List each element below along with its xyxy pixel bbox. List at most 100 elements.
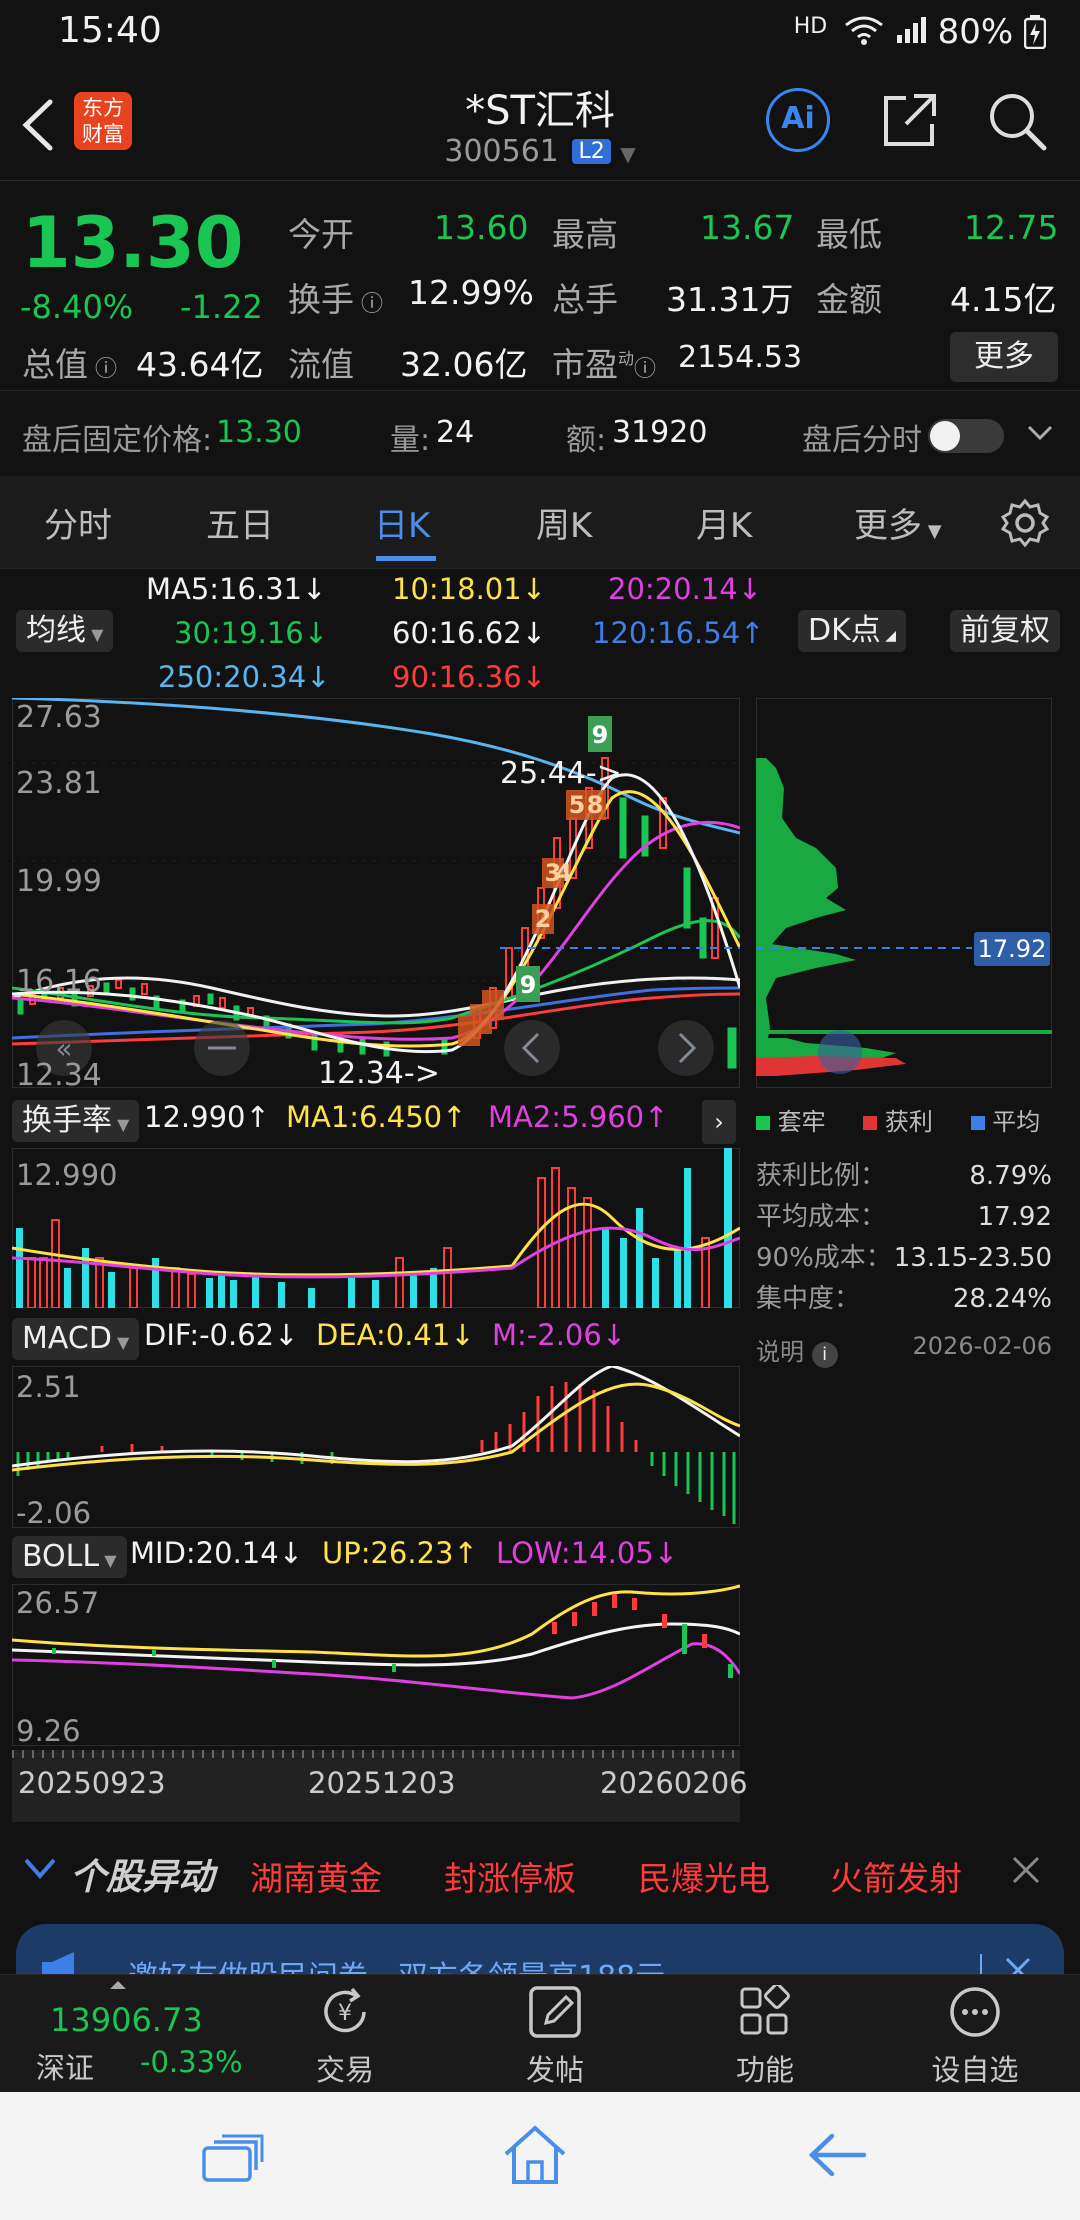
recent-apps-icon[interactable] — [200, 2132, 266, 2184]
hd-indicator: HD — [793, 14, 828, 39]
tab-five-day[interactable]: 五日 — [206, 498, 274, 547]
boll-chart — [12, 1584, 740, 1746]
legend-swatch-profit — [863, 1116, 878, 1130]
amount-value: 4.15亿 — [950, 280, 1057, 319]
chip-legend: 套牢 获利 平均 — [756, 1102, 1040, 1137]
ai-button[interactable]: Ai — [766, 88, 830, 152]
date-end: 20260206 — [600, 1766, 748, 1800]
chip-stats: 获利比例： 8.79% 平均成本： 17.92 90%成本： 13.15-23.50 … — [756, 1156, 1052, 1320]
chip-distribution-chart — [756, 698, 1052, 1088]
macd-dif: DIF:-0.62↓ — [144, 1318, 299, 1352]
turnover-panel-value: 12.990↑ — [144, 1100, 270, 1134]
add-watchlist-button[interactable]: 设自选 — [915, 1975, 1035, 2087]
pe-value: 2154.53 — [678, 340, 803, 375]
chip-stat-conc: 集中度： 28.24% — [756, 1284, 1052, 1314]
dk-point-button[interactable]: DK点 ◢ — [798, 610, 906, 652]
kline-chart[interactable]: 9 9 5 8 3 4 2 « — [12, 698, 740, 1088]
chevron-down-icon[interactable]: ▼ — [620, 142, 635, 166]
ma10-line — [12, 790, 740, 1048]
chip-note-label[interactable]: 说明 — [756, 1338, 804, 1366]
after-hours-toggle[interactable] — [928, 419, 1004, 453]
status-icons: HD 80% — [793, 12, 1047, 52]
signal-2: 2 — [535, 905, 552, 933]
trade-button[interactable]: ¥ 交易 — [285, 1975, 405, 2087]
chevron-down-icon[interactable] — [22, 1856, 58, 1882]
wifi-icon — [845, 16, 883, 45]
after-hours-toggle-label: 盘后分时 — [802, 423, 922, 458]
post-button[interactable]: 发帖 — [495, 1975, 615, 2087]
chevron-down-icon[interactable] — [1026, 423, 1054, 443]
banner-item-1[interactable]: 湖南黄金 — [250, 1852, 382, 1900]
ma5-value: MA5:16.31↓ — [146, 572, 327, 606]
high-label: 最高 — [552, 215, 618, 254]
tab-more[interactable]: 更多 ▼ — [854, 498, 942, 547]
turnover-chart — [12, 1148, 740, 1308]
tab-weekly-k[interactable]: 周K — [536, 498, 592, 547]
legend-trapped: 套牢 — [777, 1108, 826, 1136]
boll-low: LOW:14.05↓ — [496, 1536, 679, 1570]
functions-label: 功能 — [735, 2053, 794, 2087]
close-icon[interactable] — [1010, 1854, 1042, 1886]
chip-stat-90: 90%成本： 13.15-23.50 — [756, 1243, 1052, 1273]
macd-y-bottom: -2.06 — [16, 1496, 92, 1530]
functions-button[interactable]: 功能 — [705, 1975, 825, 2087]
signal-4: 4 — [556, 859, 573, 887]
legend-swatch-trapped — [756, 1116, 770, 1130]
macd-selector[interactable]: MACD ▼ — [12, 1318, 140, 1360]
battery-icon — [1023, 15, 1047, 50]
grid-icon — [740, 1983, 790, 2035]
open-value: 13.60 — [434, 208, 529, 247]
after-hours-label: 盘后固定价格: — [22, 423, 213, 458]
banner-item-2[interactable]: 封涨停板 — [444, 1852, 576, 1900]
banner-title: 个股异动 — [70, 1857, 215, 1898]
bottom-toolbar: 13906.73 深证 -0.33% ¥ 交易 发帖 功能 设自选 — [0, 1974, 1080, 2093]
banner-item-3[interactable]: 民爆光电 — [638, 1852, 770, 1900]
index-value[interactable]: 13906.73 — [50, 2001, 203, 2039]
ma250-value: 250:20.34↓ — [158, 660, 331, 694]
high-value: 13.67 — [700, 208, 795, 247]
volume-value: 31.31万 — [666, 280, 794, 319]
macd-m: M:-2.06↓ — [492, 1318, 627, 1352]
mktcap-label: 总值 ⓘ — [22, 345, 117, 384]
system-nav-bar — [0, 2092, 1080, 2220]
ma90-value: 90:16.36↓ — [392, 660, 546, 694]
search-icon[interactable] — [986, 90, 1048, 152]
chip-stat-profit: 获利比例： 8.79% — [756, 1161, 1052, 1191]
share-icon[interactable] — [880, 90, 940, 150]
kline-y-label-4: 16.16 — [16, 964, 102, 999]
tab-daily-k[interactable]: 日K — [374, 498, 430, 547]
chevron-right-icon[interactable]: › — [702, 1100, 736, 1144]
info-icon[interactable]: i — [811, 1342, 838, 1368]
banner-item-4[interactable]: 火箭发射 — [830, 1852, 962, 1900]
ma30-value: 30:19.16↓ — [174, 616, 328, 650]
date-start: 20250923 — [18, 1766, 166, 1800]
app-header: 东方财富 *ST汇科 300561 L2 ▼ Ai — [0, 68, 1080, 181]
float-value: 32.06亿 — [400, 345, 528, 384]
level2-badge: L2 — [572, 139, 611, 164]
open-label: 今开 — [288, 215, 354, 254]
more-quote-button[interactable]: 更多 — [950, 332, 1058, 382]
macd-chart — [12, 1366, 740, 1528]
tab-monthly-k[interactable]: 月K — [696, 498, 752, 547]
settings-gear-icon[interactable] — [1000, 498, 1050, 548]
ma-selector[interactable]: 均线 ▼ — [16, 610, 114, 652]
after-hours-vol-label: 量: — [390, 423, 431, 458]
ma90-line — [12, 992, 740, 1046]
float-label: 流值 — [288, 345, 354, 384]
tab-intraday[interactable]: 分时 — [44, 498, 112, 547]
home-icon[interactable] — [502, 2124, 568, 2186]
post-label: 发帖 — [525, 2053, 584, 2087]
toggle-knob — [930, 421, 960, 451]
back-nav-icon[interactable] — [808, 2132, 868, 2178]
adjust-button[interactable]: 前复权 — [950, 610, 1060, 652]
boll-selector[interactable]: BOLL ▼ — [12, 1536, 127, 1578]
turnover-selector[interactable]: 换手率 ▼ — [12, 1100, 140, 1142]
legend-average: 平均 — [992, 1108, 1041, 1136]
turnover-y-top: 12.990 — [16, 1158, 118, 1192]
active-tab-indicator — [376, 556, 436, 561]
chevron-up-icon[interactable] — [110, 1981, 126, 1989]
pe-label: 市盈动ⓘ — [552, 345, 657, 384]
signal-8: 8 — [587, 791, 604, 819]
after-hours-amt: 31920 — [612, 415, 708, 450]
mktcap-value: 43.64亿 — [136, 345, 264, 384]
